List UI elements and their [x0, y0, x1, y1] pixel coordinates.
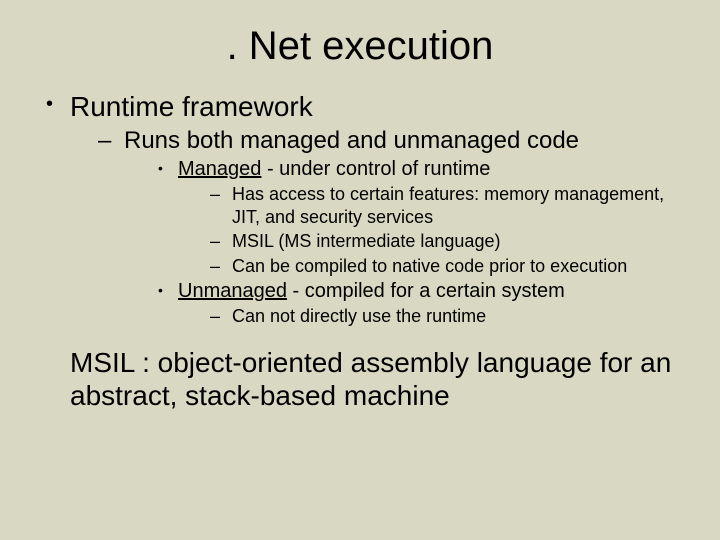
text: Runs both managed and unmanaged code	[124, 127, 579, 154]
list-item: Has access to certain features: memory m…	[206, 183, 680, 228]
footer-paragraph: MSIL : object-oriented assembly language…	[40, 346, 680, 413]
text: Can not directly use the runtime	[232, 306, 486, 326]
term-unmanaged: Unmanaged	[178, 280, 287, 302]
list-item: Runtime framework Runs both managed and …	[40, 91, 680, 328]
list-level-3: Managed - under control of runtime Has a…	[152, 158, 680, 328]
text: - compiled for a certain system	[287, 280, 565, 302]
list-item: Runs both managed and unmanaged code Man…	[94, 127, 680, 328]
text: - under control of runtime	[261, 158, 490, 180]
text: MSIL (MS intermediate language)	[232, 231, 500, 251]
term-managed: Managed	[178, 158, 261, 180]
list-item: MSIL (MS intermediate language)	[206, 230, 680, 253]
list-level-2: Runs both managed and unmanaged code Man…	[94, 127, 680, 328]
list-item: Can not directly use the runtime	[206, 305, 680, 328]
page-title: . Net execution	[40, 24, 680, 69]
text: Has access to certain features: memory m…	[232, 184, 664, 227]
text: Runtime framework	[70, 91, 313, 122]
list-level-1: Runtime framework Runs both managed and …	[40, 91, 680, 328]
slide: . Net execution Runtime framework Runs b…	[0, 0, 720, 540]
list-level-4: Can not directly use the runtime	[206, 305, 680, 328]
list-item: Managed - under control of runtime Has a…	[152, 158, 680, 277]
list-item: Unmanaged - compiled for a certain syste…	[152, 280, 680, 328]
list-item: Can be compiled to native code prior to …	[206, 255, 680, 278]
list-level-4: Has access to certain features: memory m…	[206, 183, 680, 277]
text: Can be compiled to native code prior to …	[232, 256, 627, 276]
